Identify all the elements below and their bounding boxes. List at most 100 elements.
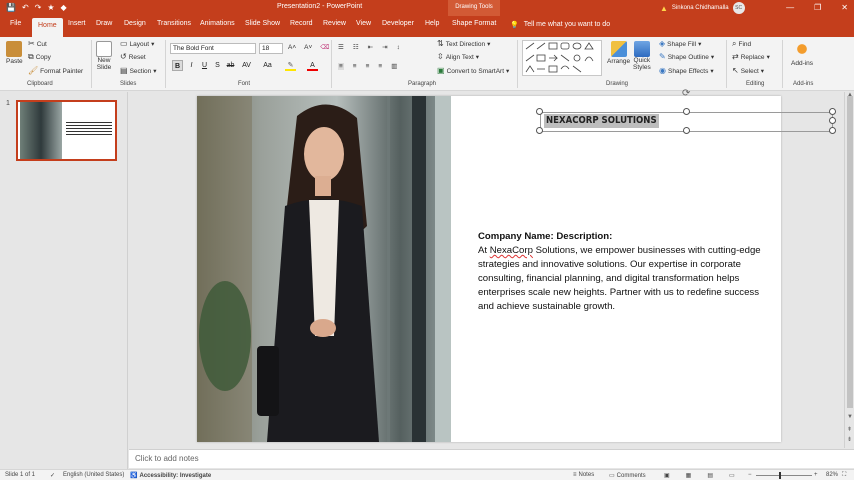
bullets-icon[interactable]: ☰ [338, 43, 344, 51]
resize-handle[interactable] [829, 127, 836, 134]
slide-thumbnail[interactable] [16, 100, 117, 161]
tab-slide-show[interactable]: Slide Show [245, 20, 280, 27]
resize-handle[interactable] [683, 127, 690, 134]
customize-icon[interactable]: ◆ [61, 2, 67, 14]
resize-handle[interactable] [683, 108, 690, 115]
add-ins-button[interactable]: Add-ins [791, 41, 813, 67]
columns-icon[interactable]: ▥ [391, 62, 397, 70]
align-center-icon[interactable]: ≡ [353, 63, 357, 70]
minimize-button[interactable]: — [786, 1, 794, 15]
decrease-font-icon[interactable]: A˅ [304, 44, 312, 51]
tab-file[interactable]: File [10, 20, 21, 27]
quick-styles-button[interactable]: Quick Styles [633, 41, 651, 71]
spellcheck-icon[interactable]: ✓ [50, 472, 55, 479]
zoom-level[interactable]: 82% [826, 472, 838, 478]
scroll-thumb[interactable] [847, 96, 853, 408]
strikethrough-button[interactable]: ab [225, 60, 236, 71]
close-button[interactable]: ✕ [841, 1, 848, 15]
find-button[interactable]: ⌕ Find [732, 40, 751, 48]
italic-button[interactable]: I [186, 60, 197, 71]
align-right-icon[interactable]: ≡ [366, 63, 370, 70]
copy-button[interactable]: ⧉ Copy [28, 53, 51, 61]
increase-font-icon[interactable]: A˄ [288, 44, 296, 51]
format-painter-button[interactable]: 🖌 Format Painter [28, 67, 83, 75]
reading-view-icon[interactable]: ▤ [707, 472, 713, 479]
highlight-button[interactable]: ✎ [285, 60, 296, 71]
tab-home[interactable]: Home [32, 18, 63, 37]
shape-outline-button[interactable]: ✎ Shape Outline ▾ [659, 53, 714, 62]
paste-button[interactable]: Paste [6, 41, 23, 65]
increase-indent-icon[interactable]: ⇥ [382, 43, 387, 51]
normal-view-icon[interactable]: ▣ [664, 472, 670, 479]
tell-me-search[interactable]: 💡 Tell me what you want to do [510, 21, 610, 29]
slide[interactable]: Company Name: Description: At NexaCorp S… [197, 96, 836, 442]
fit-slide-icon[interactable]: ⛶ [842, 472, 846, 479]
redo-icon[interactable]: ↷ [35, 2, 42, 14]
shape-effects-button[interactable]: ◉ Shape Effects ▾ [659, 67, 714, 76]
tab-shape-format[interactable]: Shape Format [452, 20, 496, 27]
shapes-gallery[interactable] [522, 40, 602, 76]
vertical-scrollbar[interactable]: ▲ ▼ ⇞ ⇟ [844, 92, 854, 448]
underline-button[interactable]: U [199, 60, 210, 71]
notes-button[interactable]: ≡ Notes [573, 472, 594, 478]
slide-sorter-icon[interactable]: ▦ [686, 472, 692, 479]
clear-formatting-icon[interactable]: ⌫ [320, 43, 329, 51]
zoom-in-icon[interactable]: + [814, 472, 818, 478]
cut-button[interactable]: ✂ Cut [28, 40, 47, 48]
align-text-button[interactable]: ⇳ Align Text ▾ [437, 53, 479, 62]
scroll-down-icon[interactable]: ▼ [847, 414, 853, 420]
reset-button[interactable]: ↺ Reset [120, 53, 146, 61]
new-slide-button[interactable]: New Slide [96, 41, 112, 71]
align-left-icon[interactable]: ≡ [338, 62, 344, 70]
resize-handle[interactable] [829, 108, 836, 115]
rotate-handle-icon[interactable]: ⟳ [682, 88, 690, 99]
accessibility-button[interactable]: ♿ Accessibility: Investigate [130, 472, 211, 480]
tab-design[interactable]: Design [124, 20, 146, 27]
save-icon[interactable]: 💾 [6, 2, 16, 14]
resize-handle[interactable] [536, 127, 543, 134]
maximize-button[interactable]: ❐ [814, 1, 821, 15]
select-button[interactable]: ↖ Select ▾ [732, 67, 764, 76]
zoom-out-icon[interactable]: − [748, 472, 752, 478]
comments-button[interactable]: ▭ Comments [609, 472, 646, 480]
section-button[interactable]: ▤ Section ▾ [120, 67, 157, 76]
resize-handle[interactable] [536, 108, 543, 115]
font-size-field[interactable]: 18 [259, 43, 283, 54]
bold-button[interactable]: B [172, 60, 183, 71]
line-spacing-icon[interactable]: ↕ [397, 44, 400, 51]
shape-fill-button[interactable]: ◈ Shape Fill ▾ [659, 40, 701, 49]
next-slide-icon[interactable]: ⇟ [847, 436, 852, 443]
resize-handle[interactable] [829, 117, 836, 124]
avatar[interactable]: SC [732, 2, 745, 14]
shadow-button[interactable]: S [212, 60, 223, 71]
justify-icon[interactable]: ≡ [378, 63, 382, 70]
previous-slide-icon[interactable]: ⇞ [847, 426, 852, 433]
slideshow-icon[interactable]: ▭ [729, 472, 735, 479]
replace-button[interactable]: ⇄ Replace ▾ [732, 53, 770, 62]
favorite-icon[interactable]: ★ [47, 2, 54, 14]
decrease-indent-icon[interactable]: ⇤ [368, 43, 373, 51]
character-spacing-button[interactable]: AV [241, 60, 252, 71]
tab-record[interactable]: Record [290, 20, 313, 27]
font-color-button[interactable]: A [307, 60, 318, 71]
tab-view[interactable]: View [356, 20, 371, 27]
zoom-slider-knob[interactable] [779, 472, 781, 479]
convert-smartart-button[interactable]: ▣ Convert to SmartArt ▾ [437, 67, 509, 76]
notes-pane[interactable]: Click to add notes [129, 449, 854, 468]
tab-review[interactable]: Review [323, 20, 346, 27]
tab-help[interactable]: Help [425, 20, 439, 27]
zoom-slider[interactable] [756, 475, 812, 476]
tab-draw[interactable]: Draw [96, 20, 112, 27]
text-direction-button[interactable]: ⇅ Text Direction ▾ [437, 40, 490, 49]
arrange-button[interactable]: Arrange [607, 41, 630, 65]
tab-animations[interactable]: Animations [200, 20, 235, 27]
font-name-field[interactable]: The Bold Font [170, 43, 256, 54]
layout-button[interactable]: ▭ Layout ▾ [120, 40, 154, 49]
tab-transitions[interactable]: Transitions [157, 20, 191, 27]
description-textbox[interactable]: Company Name: Description: At NexaCorp S… [478, 230, 764, 314]
language-indicator[interactable]: English (United States) [63, 472, 124, 478]
tab-developer[interactable]: Developer [382, 20, 414, 27]
tab-insert[interactable]: Insert [68, 20, 86, 27]
numbering-icon[interactable]: ☷ [353, 43, 359, 51]
slide-title[interactable]: NEXACORP SOLUTIONS [544, 114, 659, 128]
